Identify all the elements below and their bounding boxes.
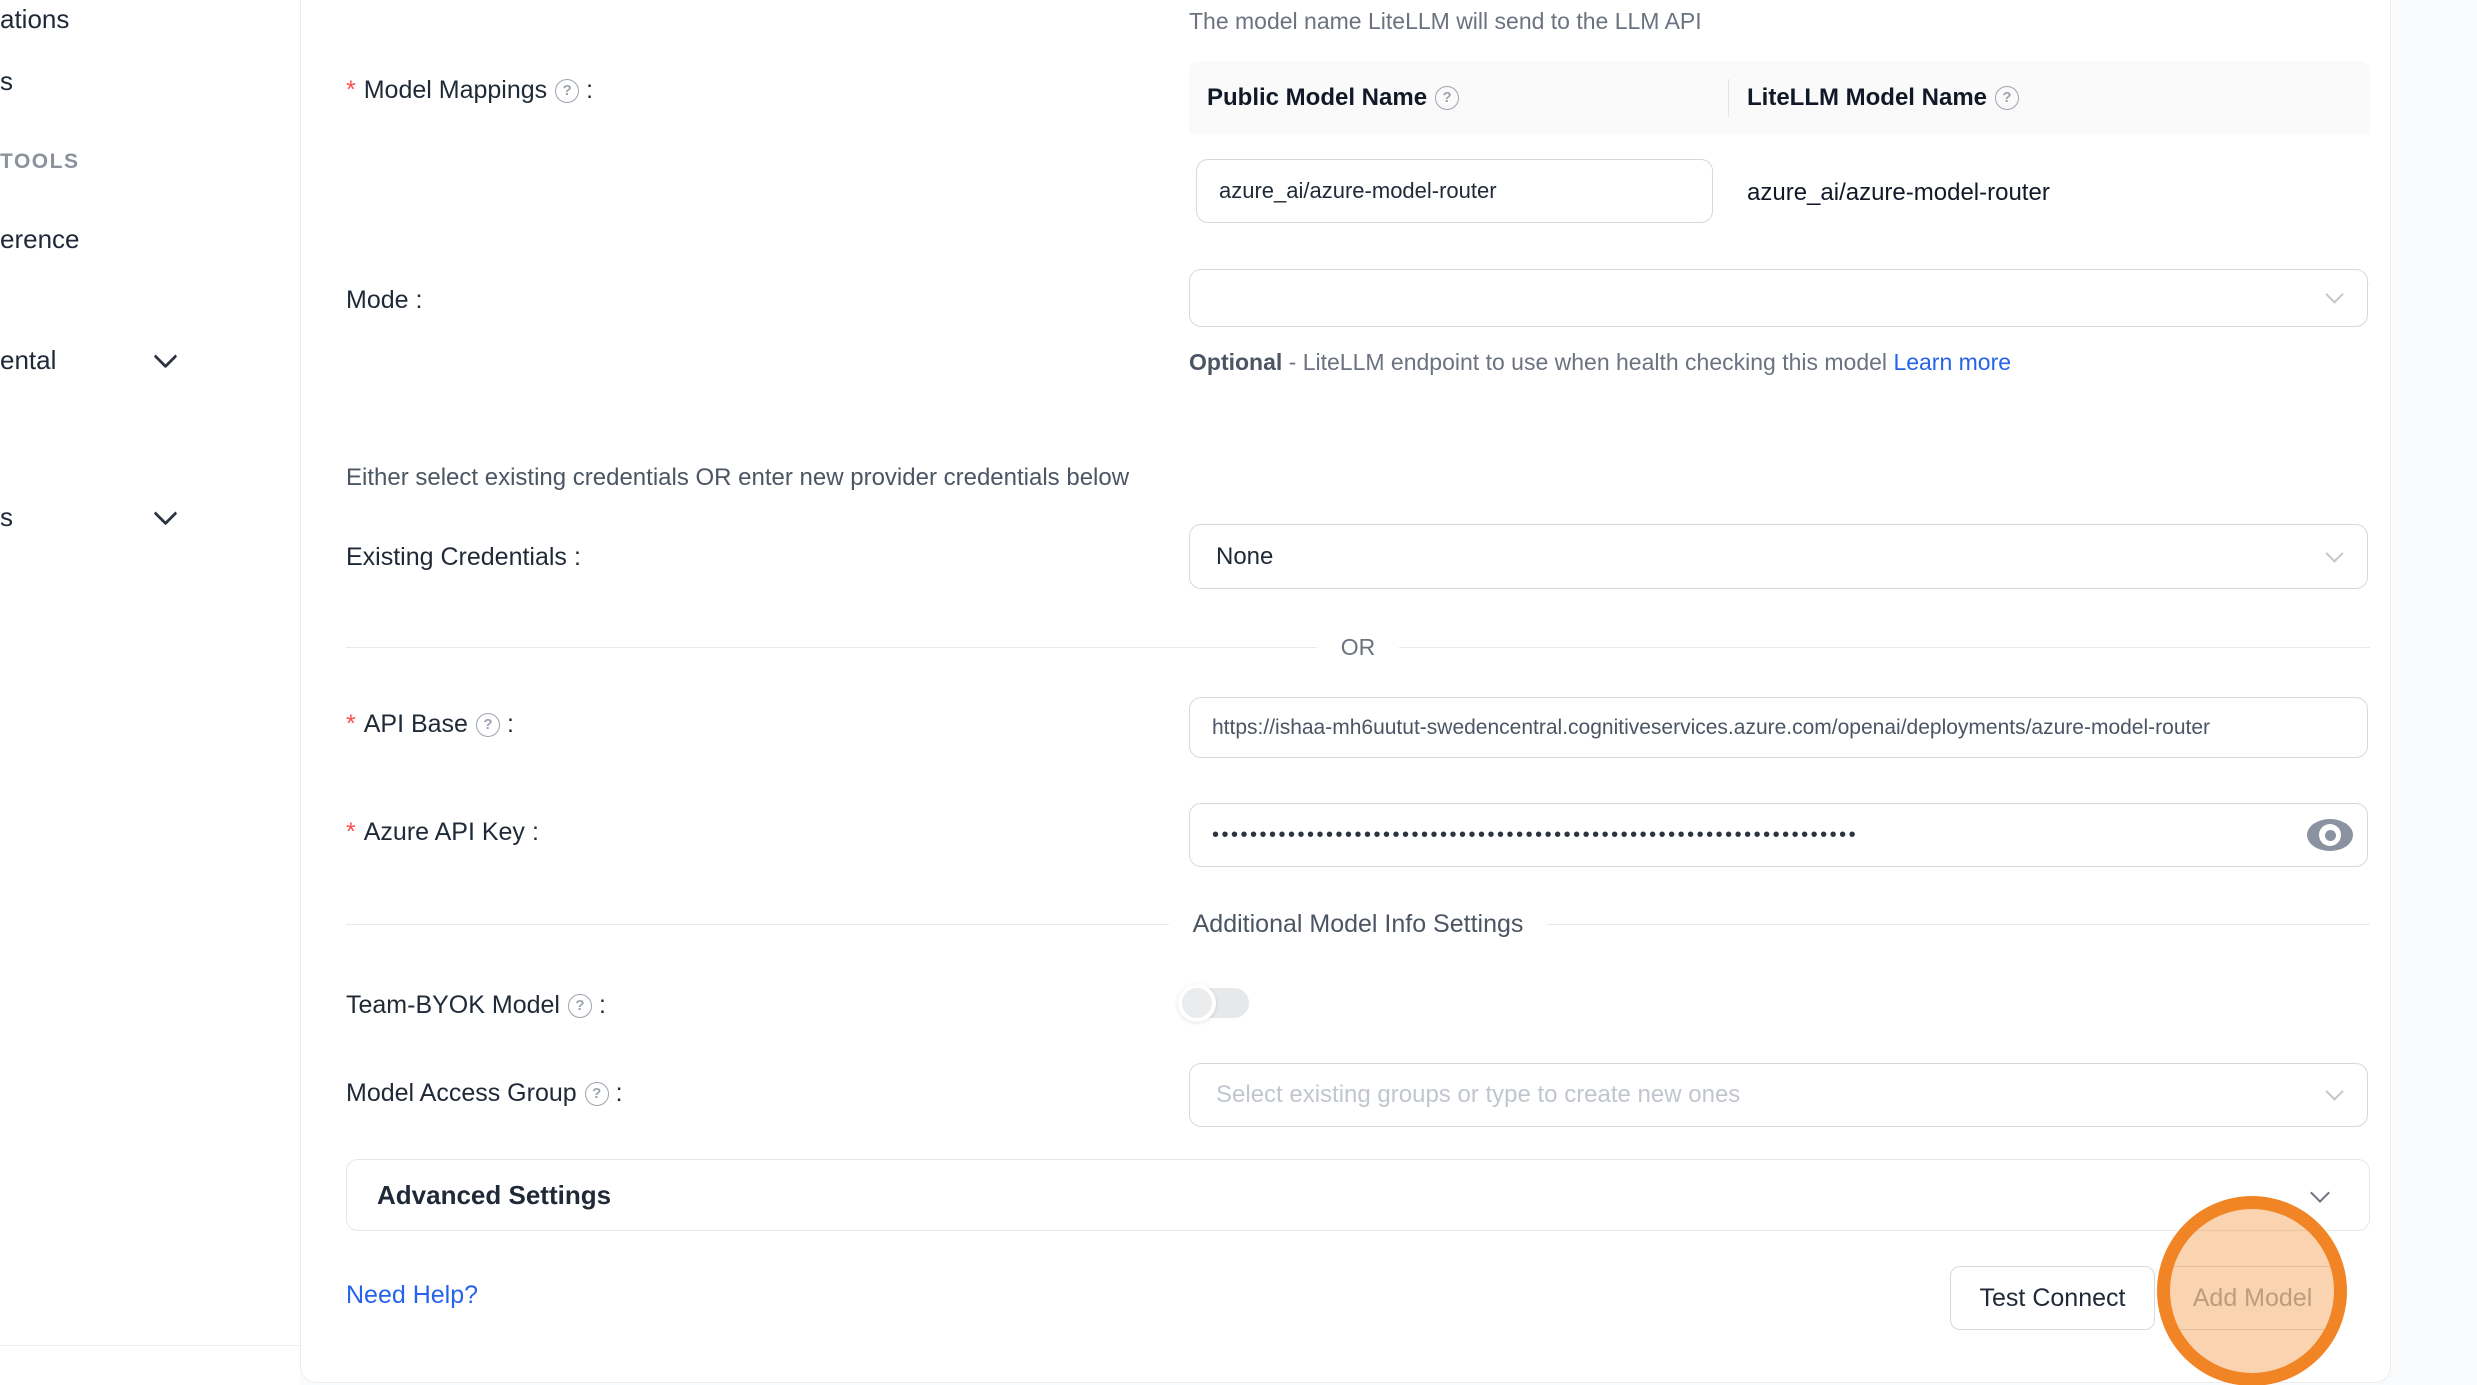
- required-asterisk: *: [346, 818, 356, 847]
- model-mappings-label: * Model Mappings ? :: [346, 76, 593, 105]
- question-circle-icon[interactable]: ?: [476, 713, 500, 737]
- chevron-down-icon[interactable]: [153, 501, 177, 525]
- api-base-input[interactable]: https://ishaa-mh6uutut-swedencentral.cog…: [1189, 697, 2368, 758]
- sidebar-item[interactable]: ations: [0, 4, 69, 35]
- table-header-separator: [1728, 79, 1729, 117]
- model-access-group-select[interactable]: Select existing groups or type to create…: [1189, 1063, 2368, 1127]
- model-access-group-label: Model Access Group ? :: [346, 1079, 623, 1108]
- sidebar-item[interactable]: s: [0, 66, 13, 97]
- sidebar-item[interactable]: ental: [0, 345, 56, 376]
- credentials-note: Either select existing credentials OR en…: [346, 464, 1129, 492]
- litellm-model-name-value: azure_ai/azure-model-router: [1747, 179, 2050, 207]
- advanced-settings-panel[interactable]: Advanced Settings: [346, 1159, 2370, 1231]
- api-base-label: * API Base ? :: [346, 710, 514, 739]
- sidebar-section-label: TOOLS: [0, 150, 79, 174]
- public-model-name-input[interactable]: azure_ai/azure-model-router: [1196, 159, 1713, 223]
- table-header-litellm-model-name: LiteLLM Model Name ?: [1729, 84, 2019, 112]
- chevron-down-icon: [2325, 1082, 2343, 1100]
- chevron-down-icon: [2325, 544, 2343, 562]
- table-header-row: Public Model Name ? LiteLLM Model Name ?: [1189, 61, 2370, 134]
- existing-credentials-select[interactable]: None: [1189, 524, 2368, 589]
- chevron-down-icon[interactable]: [153, 344, 177, 368]
- chevron-down-icon: [2310, 1183, 2330, 1203]
- required-asterisk: *: [346, 710, 356, 739]
- question-circle-icon[interactable]: ?: [568, 994, 592, 1018]
- litellm-model-name-helper: The model name LiteLLM will send to the …: [1189, 8, 1702, 35]
- team-byok-toggle[interactable]: [1181, 988, 1249, 1018]
- learn-more-link[interactable]: Learn more: [1893, 349, 2011, 375]
- model-access-group-placeholder: Select existing groups or type to create…: [1216, 1081, 2296, 1109]
- test-connect-button[interactable]: Test Connect: [1950, 1266, 2155, 1330]
- question-circle-icon[interactable]: ?: [555, 79, 579, 103]
- sidebar-item[interactable]: erence: [0, 224, 80, 255]
- eye-icon[interactable]: [2307, 819, 2353, 851]
- advanced-settings-label: Advanced Settings: [377, 1180, 611, 1211]
- sidebar-item[interactable]: s: [0, 502, 13, 533]
- required-asterisk: *: [346, 76, 356, 105]
- question-circle-icon[interactable]: ?: [1995, 86, 2019, 110]
- mode-helper-text: Optional - LiteLLM endpoint to use when …: [1189, 343, 2029, 382]
- or-divider: OR: [346, 634, 2370, 661]
- sidebar: ations s TOOLS erence ental s: [0, 0, 300, 1385]
- existing-credentials-label: Existing Credentials :: [346, 543, 581, 572]
- table-header-public-model-name: Public Model Name ?: [1189, 84, 1729, 112]
- model-mappings-table: Public Model Name ? LiteLLM Model Name ?…: [1189, 61, 2370, 285]
- table-row: azure_ai/azure-model-router azure_ai/azu…: [1189, 134, 2370, 285]
- question-circle-icon[interactable]: ?: [585, 1082, 609, 1106]
- azure-api-key-label: * Azure API Key :: [346, 818, 539, 847]
- question-circle-icon[interactable]: ?: [1435, 86, 1459, 110]
- chevron-down-icon: [2325, 285, 2343, 303]
- mode-label: Mode :: [346, 286, 423, 315]
- existing-credentials-value: None: [1216, 543, 1273, 571]
- toggle-knob: [1178, 984, 1216, 1022]
- masked-password-value: ••••••••••••••••••••••••••••••••••••••••…: [1212, 824, 1858, 847]
- additional-model-info-divider: Additional Model Info Settings: [346, 910, 2370, 939]
- sidebar-divider: [0, 1345, 300, 1346]
- azure-api-key-input[interactable]: ••••••••••••••••••••••••••••••••••••••••…: [1189, 803, 2368, 867]
- mode-select[interactable]: [1189, 269, 2368, 327]
- need-help-link[interactable]: Need Help?: [346, 1281, 478, 1310]
- team-byok-label: Team-BYOK Model ? :: [346, 991, 606, 1020]
- add-model-button[interactable]: Add Model: [2165, 1266, 2340, 1330]
